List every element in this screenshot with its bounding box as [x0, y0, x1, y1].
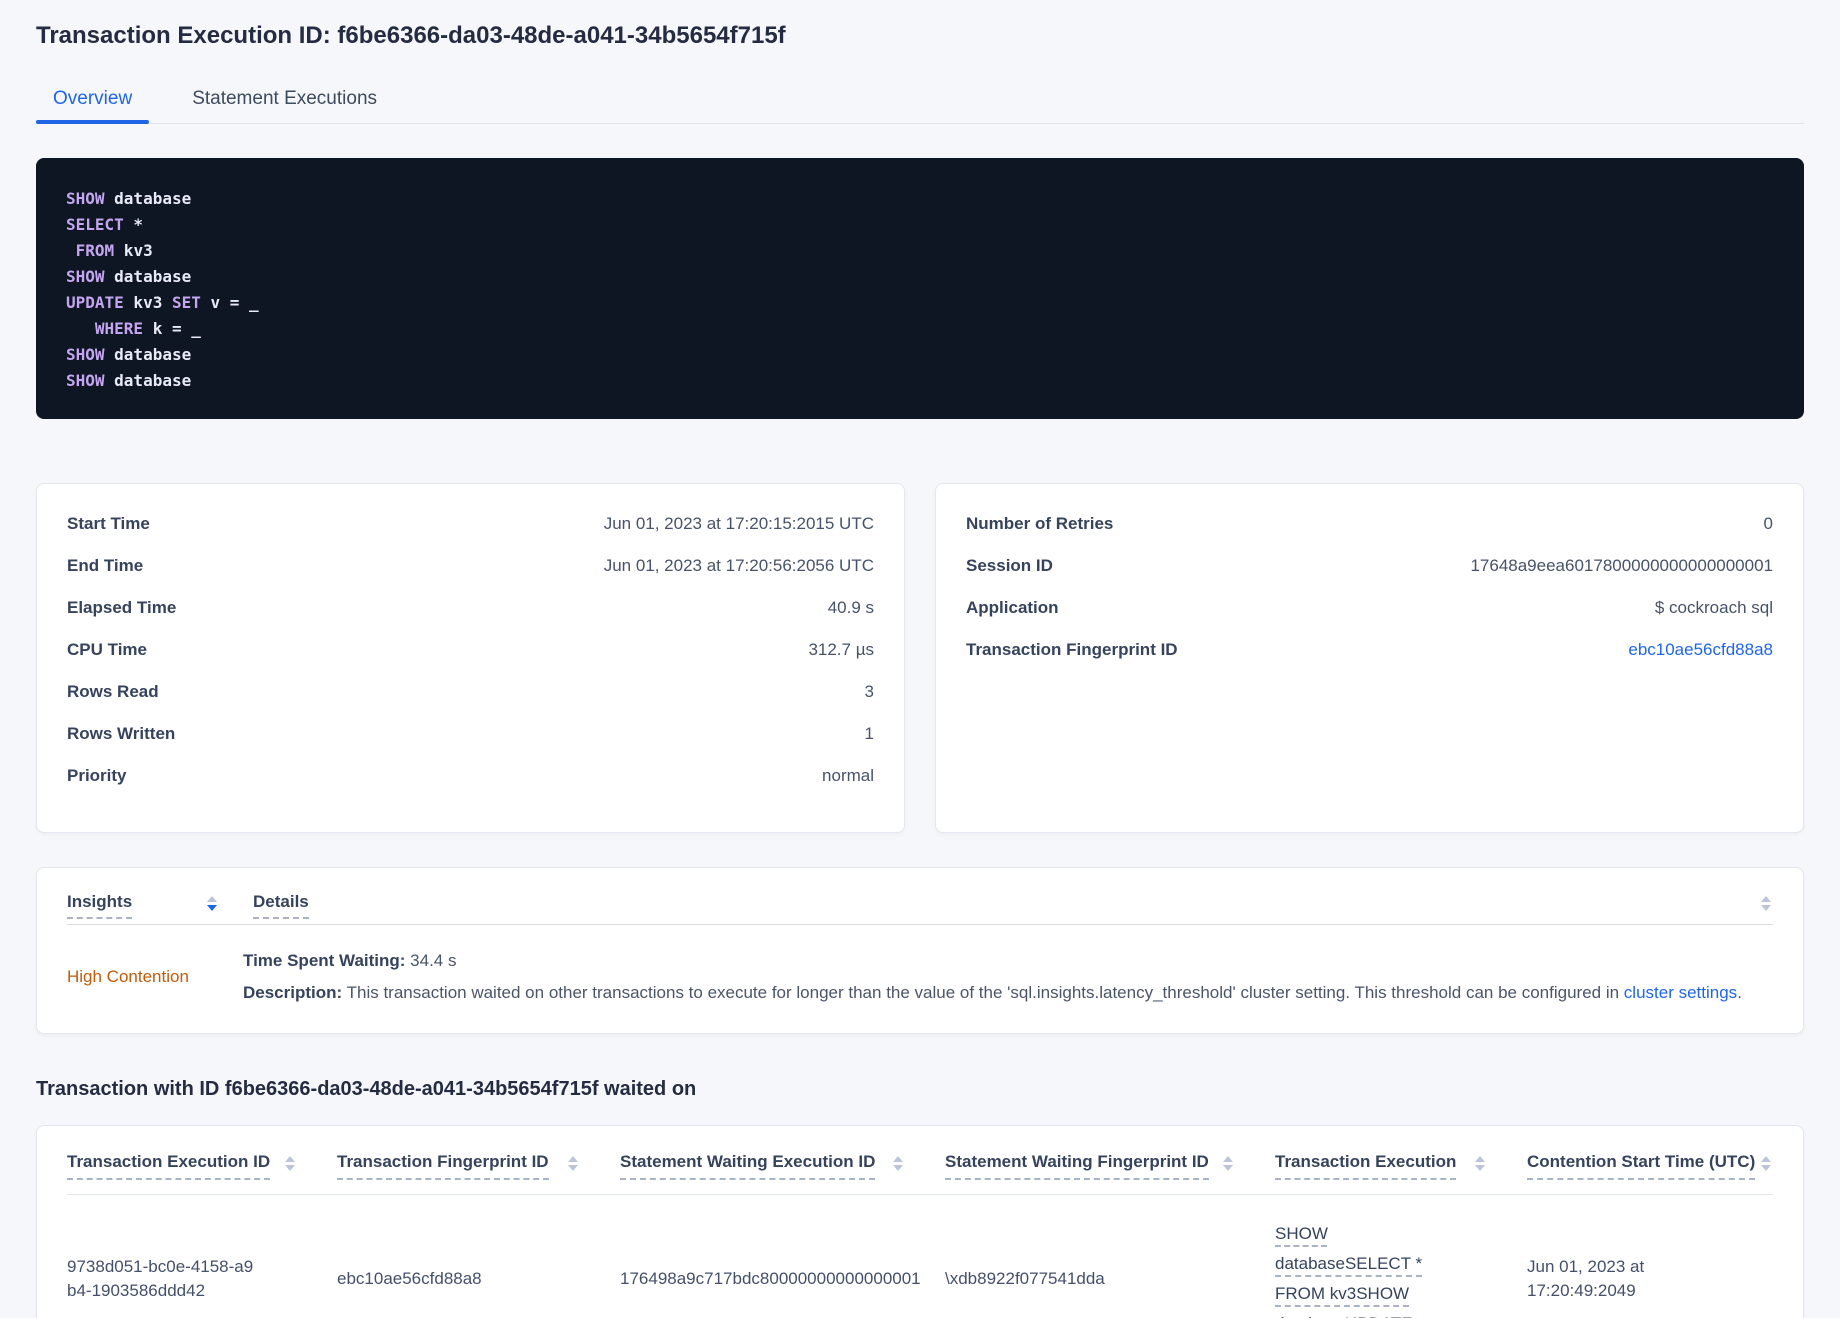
sort-desc-icon: [1761, 905, 1771, 911]
tab-statement-executions[interactable]: Statement Executions: [175, 78, 394, 123]
insights-column-header[interactable]: Insights: [67, 892, 197, 919]
info-row-start-time: Start Time Jun 01, 2023 at 17:20:15:2015…: [67, 514, 874, 534]
sql-line: WHERE k = _: [66, 319, 201, 338]
info-label: Number of Retries: [966, 514, 1114, 533]
waited-on-table: Transaction Execution ID Transaction Fin…: [36, 1125, 1804, 1318]
sql-statements-box: SHOW database SELECT * FROM kv3 SHOW dat…: [36, 158, 1804, 419]
sql-line: SHOW database: [66, 189, 192, 208]
info-value: Jun 01, 2023 at 17:20:56:2056 UTC: [603, 556, 874, 575]
info-row-priority: Priority normal: [67, 766, 874, 786]
sql-line: SHOW database: [66, 371, 192, 390]
info-value: 40.9 s: [827, 598, 874, 617]
info-label: Rows Read: [67, 682, 159, 701]
sort-arrows-icon[interactable]: [1223, 1152, 1233, 1171]
sort-arrows-icon[interactable]: [1761, 892, 1771, 911]
info-row-application: Application $ cockroach sql: [966, 598, 1773, 618]
info-label: Rows Written: [67, 724, 176, 743]
info-value: 0: [1763, 514, 1773, 533]
column-header-transaction-fingerprint-id[interactable]: Transaction Fingerprint ID: [337, 1152, 620, 1180]
sql-line: SHOW database: [66, 267, 192, 286]
sort-arrows-icon[interactable]: [893, 1152, 903, 1171]
sort-asc-icon: [207, 896, 217, 902]
info-row-number-of-retries: Number of Retries 0: [966, 514, 1773, 534]
waited-on-table-header: Transaction Execution ID Transaction Fin…: [67, 1126, 1773, 1195]
info-row-transaction-fingerprint-id: Transaction Fingerprint ID ebc10ae56cfd8…: [966, 640, 1773, 660]
sort-arrows-icon[interactable]: [285, 1152, 295, 1171]
page-title: Transaction Execution ID: f6be6366-da03-…: [36, 22, 786, 49]
info-label: Session ID: [966, 556, 1053, 575]
info-label: End Time: [67, 556, 144, 575]
insights-table-header: Insights Details: [67, 868, 1773, 925]
tab-overview[interactable]: Overview: [36, 78, 150, 124]
info-label: Application: [966, 598, 1059, 617]
sql-line: SELECT *: [66, 215, 144, 234]
transaction-execution-page: Transaction Execution ID: f6be6366-da03-…: [0, 22, 1840, 1318]
insights-table: Insights Details High Contention Time Sp…: [36, 867, 1804, 1034]
sort-arrows-icon[interactable]: [568, 1152, 578, 1171]
column-header-statement-waiting-execution-id[interactable]: Statement Waiting Execution ID: [620, 1152, 945, 1180]
insight-type-badge: High Contention: [67, 967, 189, 986]
sort-desc-icon: [207, 905, 217, 911]
info-value: 1: [864, 724, 874, 743]
info-row-session-id: Session ID 17648a9eea6017800000000000000…: [966, 556, 1773, 576]
info-value: 17648a9eea6017800000000000000001: [1470, 556, 1773, 575]
info-value: $ cockroach sql: [1654, 598, 1773, 617]
insight-description: Description: This transaction waited on …: [243, 983, 1742, 1002]
sort-arrows-icon[interactable]: [1475, 1152, 1485, 1171]
summary-card-right: Number of Retries 0 Session ID 17648a9ee…: [935, 483, 1804, 833]
sort-arrows-icon[interactable]: [207, 892, 217, 911]
sql-line: UPDATE kv3 SET v = _: [66, 293, 259, 312]
info-label: Start Time: [67, 514, 150, 533]
info-value: 3: [864, 682, 874, 701]
info-row-elapsed-time: Elapsed Time 40.9 s: [67, 598, 874, 618]
column-header-contention-start-time[interactable]: Contention Start Time (UTC): [1527, 1152, 1773, 1180]
cell-transaction-fingerprint-id: ebc10ae56cfd88a8: [337, 1269, 482, 1288]
cell-transaction-execution-id: 9738d051-bc0e-4158-a9b4-1903586ddd42: [67, 1257, 254, 1300]
cluster-settings-link[interactable]: cluster settings: [1624, 983, 1737, 1002]
column-header-transaction-execution[interactable]: Transaction Execution: [1275, 1152, 1527, 1180]
info-row-rows-read: Rows Read 3: [67, 682, 874, 702]
info-value: normal: [822, 766, 874, 785]
transaction-execution-link[interactable]: SHOW databaseSELECT * FROM kv3SHOW datab…: [1275, 1224, 1432, 1318]
cell-statement-waiting-execution-id: 176498a9c717bdc80000000000000001: [620, 1269, 921, 1288]
time-spent-waiting: Time Spent Waiting: 34.4 s: [243, 951, 457, 970]
info-label: Priority: [67, 766, 127, 785]
sql-line: SHOW database: [66, 345, 192, 364]
sort-asc-icon: [1761, 896, 1771, 902]
info-row-rows-written: Rows Written 1: [67, 724, 874, 744]
cell-contention-start-time: Jun 01, 2023 at 17:20:49:2049: [1527, 1257, 1645, 1300]
info-label: CPU Time: [67, 640, 147, 659]
transaction-fingerprint-id-link[interactable]: ebc10ae56cfd88a8: [1628, 640, 1773, 660]
cell-statement-waiting-fingerprint-id: \xdb8922f077541dda: [945, 1269, 1105, 1288]
tabbar: Overview Statement Executions: [36, 78, 1804, 124]
insights-table-row: High Contention Time Spent Waiting: 34.4…: [67, 925, 1773, 1033]
info-row-cpu-time: CPU Time 312.7 µs: [67, 640, 874, 660]
sql-line: FROM kv3: [66, 241, 153, 260]
insight-details-cell: Time Spent Waiting: 34.4 s Description: …: [243, 951, 1773, 1003]
info-row-end-time: End Time Jun 01, 2023 at 17:20:56:2056 U…: [67, 556, 874, 576]
cell-transaction-execution: SHOW databaseSELECT * FROM kv3SHOW datab…: [1275, 1219, 1527, 1318]
info-label: Elapsed Time: [67, 598, 177, 617]
details-column-header[interactable]: Details: [253, 892, 309, 919]
waited-on-heading: Transaction with ID f6be6366-da03-48de-a…: [36, 1078, 697, 1100]
info-value: Jun 01, 2023 at 17:20:15:2015 UTC: [603, 514, 874, 533]
summary-card-left: Start Time Jun 01, 2023 at 17:20:15:2015…: [36, 483, 905, 833]
info-label: Transaction Fingerprint ID: [966, 640, 1178, 659]
summary-cards-row: Start Time Jun 01, 2023 at 17:20:15:2015…: [36, 483, 1804, 833]
sort-arrows-icon[interactable]: [1761, 1152, 1771, 1171]
waited-on-table-row: 9738d051-bc0e-4158-a9b4-1903586ddd42 ebc…: [67, 1195, 1773, 1318]
column-header-statement-waiting-fingerprint-id[interactable]: Statement Waiting Fingerprint ID: [945, 1152, 1275, 1180]
column-header-transaction-execution-id[interactable]: Transaction Execution ID: [67, 1152, 337, 1180]
info-value: 312.7 µs: [808, 640, 874, 659]
